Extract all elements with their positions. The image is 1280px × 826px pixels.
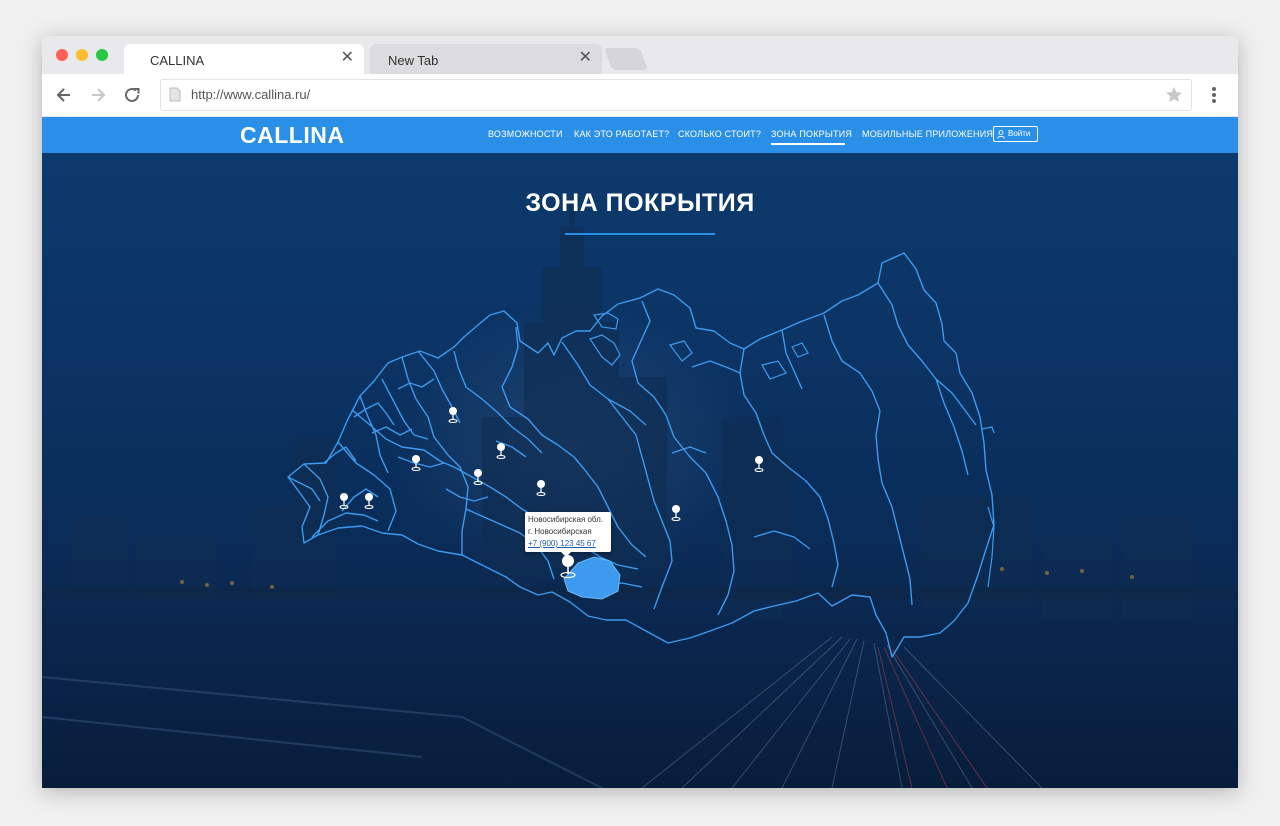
tooltip-phone-link[interactable]: +7 (900) 123 45 67 [528, 539, 596, 548]
tooltip-region: Новосибирская обл. [528, 515, 604, 524]
islands-outline [589, 312, 995, 588]
browser-toolbar: http://www.callina.ru/ [42, 74, 1238, 117]
close-window-button[interactable] [56, 49, 68, 61]
nav-link-pricing[interactable]: СКОЛЬКО СТОИТ? [678, 129, 761, 139]
region-tooltip: Новосибирская обл. г. Новосибирская +7 (… [525, 512, 611, 557]
map-pin-icon[interactable] [754, 456, 764, 472]
url-text: http://www.callina.ru/ [191, 87, 311, 102]
reload-icon [125, 87, 140, 102]
web-page: CALLINA ВОЗМОЖНОСТИ КАК ЭТО РАБОТАЕТ? СК… [42, 117, 1238, 788]
tab-bar: CALLINA ✕ New Tab ✕ [42, 36, 1238, 74]
nav-link-features[interactable]: ВОЗМОЖНОСТИ [488, 129, 563, 139]
reload-button[interactable] [120, 83, 144, 107]
login-label: Войти [1008, 129, 1031, 138]
map-pin-icon[interactable] [496, 443, 506, 459]
new-tab-button[interactable] [603, 48, 649, 70]
tab-callina[interactable]: CALLINA ✕ [124, 44, 364, 74]
address-bar[interactable]: http://www.callina.ru/ [160, 79, 1192, 111]
tooltip-city: г. Новосибирская [528, 527, 592, 536]
more-vert-icon [1212, 87, 1216, 103]
map-pin-icon[interactable] [473, 469, 483, 485]
site-navbar: CALLINA ВОЗМОЖНОСТИ КАК ЭТО РАБОТАЕТ? СК… [42, 117, 1238, 153]
tab-title: CALLINA [150, 53, 205, 68]
arrow-right-icon [92, 88, 106, 102]
forward-button[interactable] [86, 83, 110, 107]
minimize-window-button[interactable] [76, 49, 88, 61]
active-nav-underline [771, 143, 845, 145]
russia-map-outline [287, 252, 995, 658]
close-icon[interactable]: ✕ [341, 49, 354, 67]
nav-link-coverage[interactable]: ЗОНА ПОКРЫТИЯ [771, 129, 852, 139]
browser-window: CALLINA ✕ New Tab ✕ http://www.callina.r… [42, 36, 1238, 788]
login-button[interactable]: Войти [993, 126, 1038, 142]
browser-menu-button[interactable] [1202, 83, 1226, 107]
user-icon [997, 130, 1005, 139]
nav-link-mobile-apps[interactable]: МОБИЛЬНЫЕ ПРИЛОЖЕНИЯ [862, 129, 993, 139]
arrow-left-icon [56, 88, 70, 102]
page-title: ЗОНА ПОКРЫТИЯ [525, 189, 755, 217]
nav-link-how-it-works[interactable]: КАК ЭТО РАБОТАЕТ? [574, 129, 669, 139]
map-pin-icon[interactable] [671, 505, 681, 521]
site-logo[interactable]: CALLINA [240, 122, 344, 149]
page-icon [169, 87, 181, 102]
back-button[interactable] [52, 83, 76, 107]
map-pin-icon[interactable] [536, 480, 546, 496]
star-icon[interactable] [1165, 86, 1183, 104]
title-divider [565, 233, 715, 235]
map-pin-icon[interactable] [364, 493, 374, 509]
map-pin-icon[interactable] [339, 493, 349, 509]
close-icon[interactable]: ✕ [579, 49, 592, 67]
maximize-window-button[interactable] [96, 49, 108, 61]
tab-new-tab[interactable]: New Tab ✕ [370, 44, 602, 74]
tab-title: New Tab [388, 53, 439, 68]
